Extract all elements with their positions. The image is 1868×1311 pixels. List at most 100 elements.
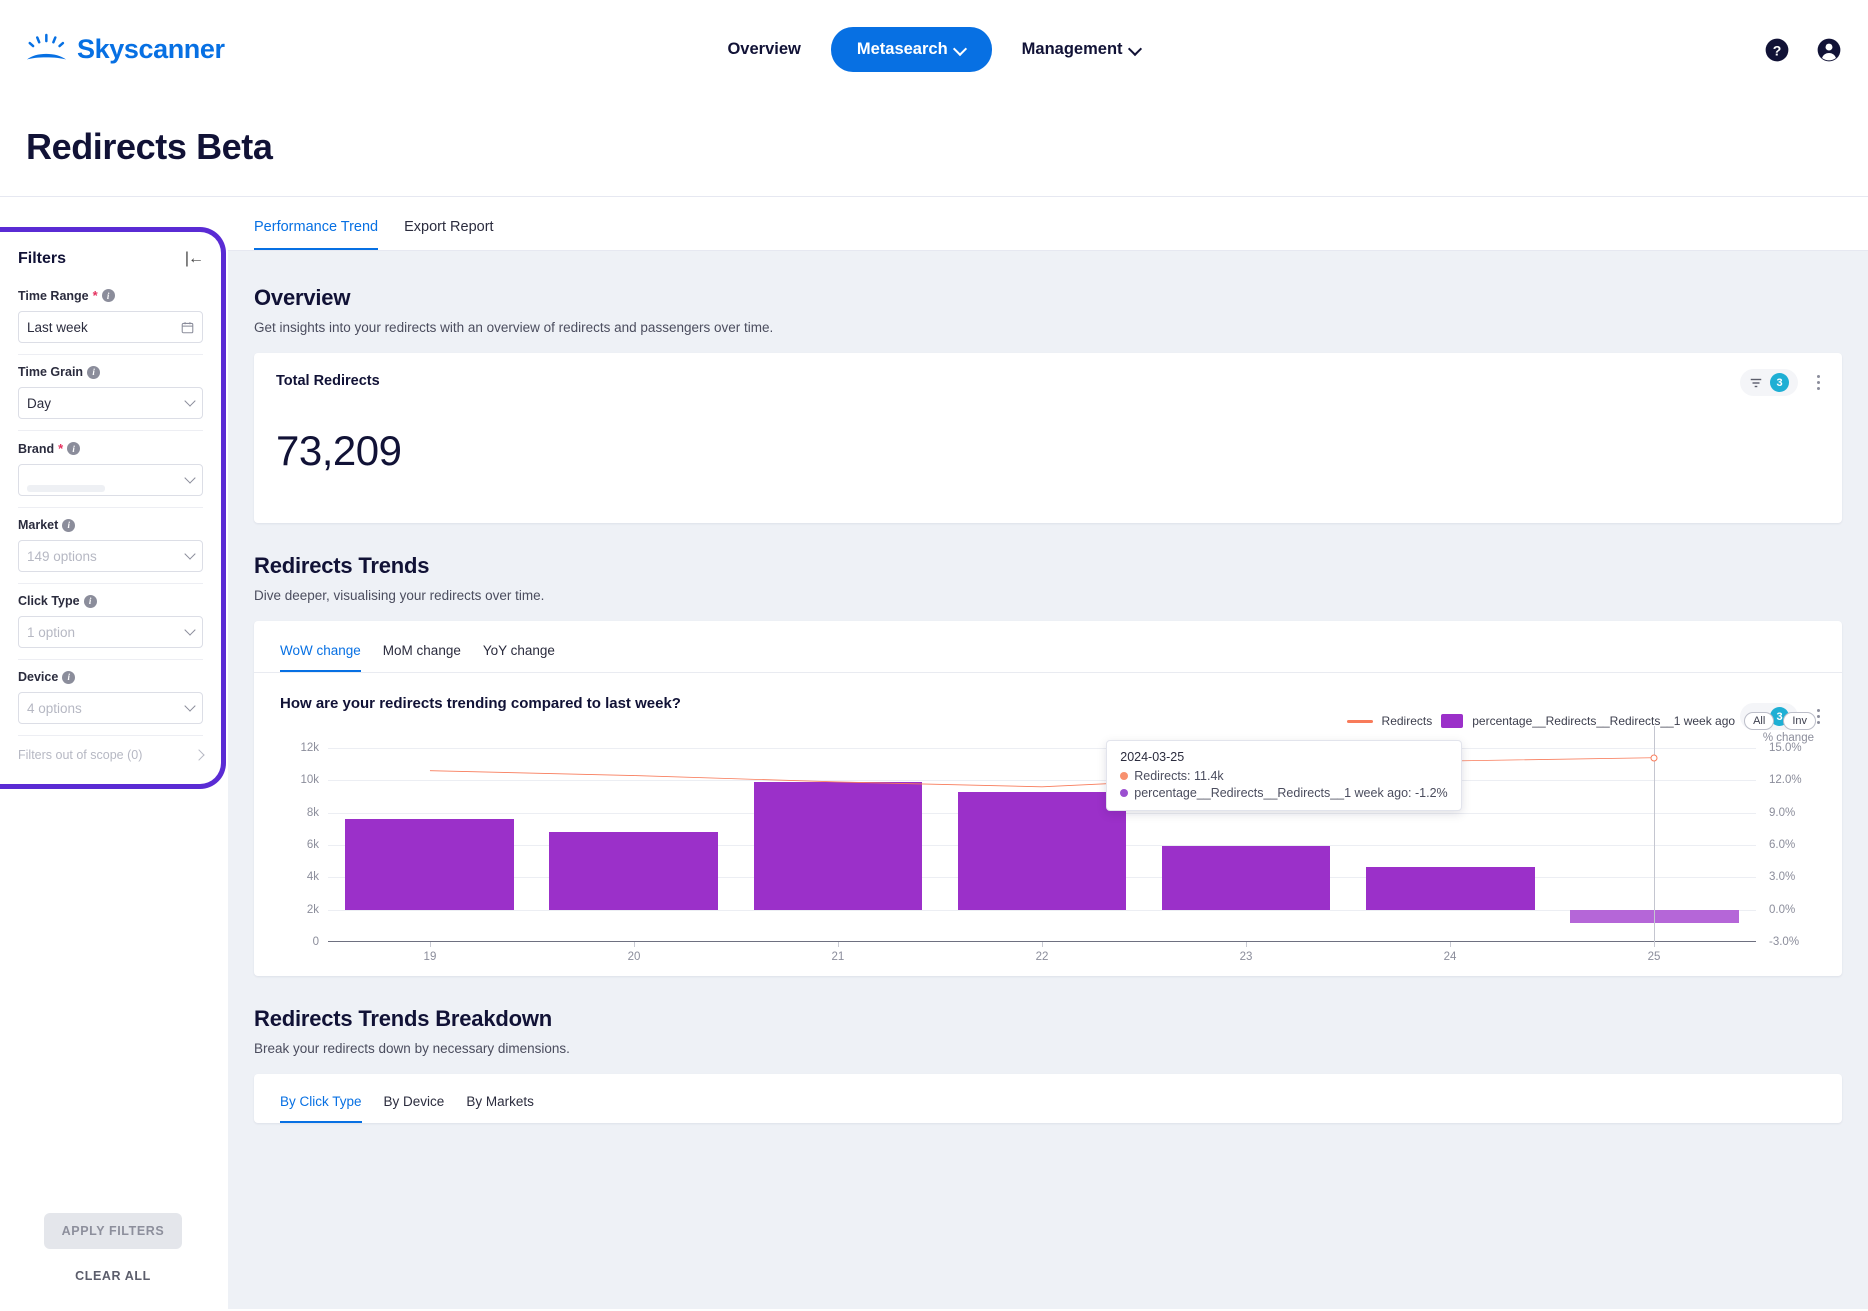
clear-all-button[interactable]: CLEAR ALL bbox=[75, 1269, 151, 1283]
page-title: Redirects Beta bbox=[26, 126, 273, 167]
hovered-data-point bbox=[1650, 754, 1658, 762]
y2-tick-label: 0.0% bbox=[1769, 903, 1796, 916]
trends-tab-bar: WoW change MoM change YoY change bbox=[254, 621, 1842, 673]
kebab-menu-icon[interactable] bbox=[1810, 374, 1826, 392]
info-icon[interactable]: i bbox=[87, 365, 101, 379]
required-asterisk: * bbox=[92, 288, 98, 303]
collapse-panel-icon[interactable]: |← bbox=[185, 250, 204, 268]
tab-export-report[interactable]: Export Report bbox=[404, 219, 493, 250]
card-tools-overview: 3 bbox=[1740, 369, 1826, 396]
content-scroll-area[interactable]: Overview Get insights into your redirect… bbox=[228, 251, 1868, 1309]
legend-bar-swatch bbox=[1441, 714, 1464, 728]
trends-section-title: Redirects Trends bbox=[254, 553, 430, 578]
filters-out-of-scope-row[interactable]: Filters out of scope (0) bbox=[18, 746, 205, 762]
top-navigation-bar: Skyscanner Overview Metasearch Managemen… bbox=[0, 0, 1868, 100]
time-grain-select[interactable]: Day bbox=[18, 387, 203, 419]
overview-section-title: Overview bbox=[254, 285, 351, 310]
divider bbox=[18, 735, 203, 736]
device-select[interactable]: 4 options bbox=[18, 692, 203, 724]
x-tick-label: 25 bbox=[1647, 951, 1661, 963]
info-icon[interactable]: i bbox=[101, 289, 115, 302]
chevron-down-icon bbox=[955, 44, 966, 55]
tab-by-click-type-label: By Click Type bbox=[280, 1094, 362, 1109]
filter-label-click-type-text: Click Type bbox=[18, 594, 80, 608]
tab-by-click-type[interactable]: By Click Type bbox=[280, 1094, 362, 1123]
kpi-label: Total Redirects bbox=[276, 373, 380, 389]
x-tick-label: 23 bbox=[1239, 951, 1253, 963]
filter-label-device-text: Device bbox=[18, 670, 59, 684]
market-select[interactable]: 149 options bbox=[18, 540, 203, 572]
info-icon[interactable]: i bbox=[67, 442, 81, 455]
tooltip-date: 2024-03-25 bbox=[1120, 750, 1185, 764]
tab-by-device[interactable]: By Device bbox=[384, 1094, 445, 1123]
chevron-down-icon bbox=[1130, 44, 1141, 55]
filter-label-device: Device i bbox=[18, 670, 203, 684]
main-tab-bar: Performance Trend Export Report bbox=[228, 197, 1868, 251]
legend-line-swatch bbox=[1346, 719, 1373, 723]
tooltip-dot bbox=[1120, 789, 1129, 797]
breakdown-card: By Click Type By Device By Markets bbox=[254, 1074, 1842, 1123]
tab-performance-trend[interactable]: Performance Trend bbox=[254, 219, 379, 250]
tab-yoy-change[interactable]: YoY change bbox=[483, 643, 555, 672]
apply-filters-button[interactable]: APPLY FILTERS bbox=[43, 1213, 183, 1249]
y-tick-label: 8k bbox=[306, 806, 319, 819]
nav-item-overview[interactable]: Overview bbox=[723, 34, 804, 65]
breakdown-section-title: Redirects Trends Breakdown bbox=[254, 1006, 553, 1031]
filter-count-badge: 3 bbox=[1770, 373, 1789, 392]
nav-item-management[interactable]: Management bbox=[1018, 34, 1145, 65]
tab-wow-change[interactable]: WoW change bbox=[280, 643, 361, 672]
y-tick-label: 2k bbox=[306, 903, 319, 916]
tab-performance-trend-label: Performance Trend bbox=[254, 219, 379, 235]
trends-section-subtitle: Dive deeper, visualising your redirects … bbox=[254, 588, 545, 603]
x-tick-label: 24 bbox=[1443, 951, 1457, 963]
y-tick-label: 0 bbox=[312, 936, 319, 948]
x-tick-label: 20 bbox=[627, 951, 641, 963]
filter-group-time-grain: Time Grain i Day bbox=[18, 365, 203, 419]
x-tick-label: 22 bbox=[1035, 951, 1049, 963]
redirects-line-series bbox=[328, 748, 1756, 942]
tab-by-markets[interactable]: By Markets bbox=[466, 1094, 534, 1123]
info-icon[interactable]: i bbox=[62, 670, 76, 684]
device-value: 4 options bbox=[27, 700, 82, 716]
tooltip-row-percentage: percentage__Redirects__Redirects__1 week… bbox=[1120, 786, 1448, 800]
tab-by-markets-label: By Markets bbox=[466, 1094, 534, 1109]
nav-item-metasearch[interactable]: Metasearch bbox=[830, 27, 992, 72]
chart-tooltip: 2024-03-25 Redirects: 11.4k percentage__… bbox=[1106, 740, 1462, 811]
filters-actions: APPLY FILTERS CLEAR ALL bbox=[0, 1213, 226, 1283]
redirects-trend-chart: Redirects percentage__Redirects__Redirec… bbox=[280, 712, 1816, 976]
legend-label-redirects: Redirects bbox=[1381, 714, 1433, 728]
chevron-down-icon bbox=[184, 624, 196, 636]
card-filter-chip[interactable]: 3 bbox=[1740, 369, 1798, 396]
filters-sidebar: Filters |← Time Range * i Last week Time… bbox=[0, 197, 228, 1309]
loading-skeleton bbox=[27, 485, 105, 492]
tab-mom-change[interactable]: MoM change bbox=[383, 643, 461, 672]
y-tick-label: 4k bbox=[306, 871, 319, 884]
breakdown-section-subtitle: Break your redirects down by necessary d… bbox=[254, 1041, 570, 1056]
filters-header: Filters |← bbox=[18, 250, 204, 268]
info-icon[interactable]: i bbox=[83, 594, 97, 608]
click-type-value: 1 option bbox=[27, 624, 76, 640]
filter-label-brand: Brand * i bbox=[18, 441, 203, 456]
y2-tick-label: 6.0% bbox=[1769, 839, 1796, 851]
legend-all-button[interactable]: All bbox=[1744, 712, 1775, 730]
chevron-right-icon bbox=[193, 749, 205, 761]
chevron-down-icon bbox=[184, 395, 196, 407]
kpi-value: 73,209 bbox=[276, 427, 402, 474]
redirects-trends-section: Redirects Trends Dive deeper, visualisin… bbox=[254, 553, 1842, 976]
tooltip-text-percentage: percentage__Redirects__Redirects__1 week… bbox=[1134, 786, 1448, 800]
filter-group-click-type: Click Type i 1 option bbox=[18, 594, 203, 648]
brand-select[interactable] bbox=[18, 464, 203, 496]
legend-inv-button[interactable]: Inv bbox=[1783, 712, 1816, 730]
filter-label-time-grain-text: Time Grain bbox=[18, 365, 84, 379]
chart-legend: Redirects percentage__Redirects__Redirec… bbox=[1346, 712, 1816, 730]
divider bbox=[18, 583, 203, 584]
nav-item-management-label: Management bbox=[1021, 40, 1123, 58]
redirects-breakdown-section: Redirects Trends Breakdown Break your re… bbox=[254, 1006, 1842, 1123]
time-range-select[interactable]: Last week bbox=[18, 311, 203, 343]
chevron-down-icon bbox=[184, 700, 196, 712]
click-type-select[interactable]: 1 option bbox=[18, 616, 203, 648]
breakdown-tab-bar: By Click Type By Device By Markets bbox=[254, 1074, 1842, 1123]
filter-label-click-type: Click Type i bbox=[18, 594, 203, 608]
tab-by-device-label: By Device bbox=[383, 1094, 445, 1109]
info-icon[interactable]: i bbox=[62, 518, 76, 532]
